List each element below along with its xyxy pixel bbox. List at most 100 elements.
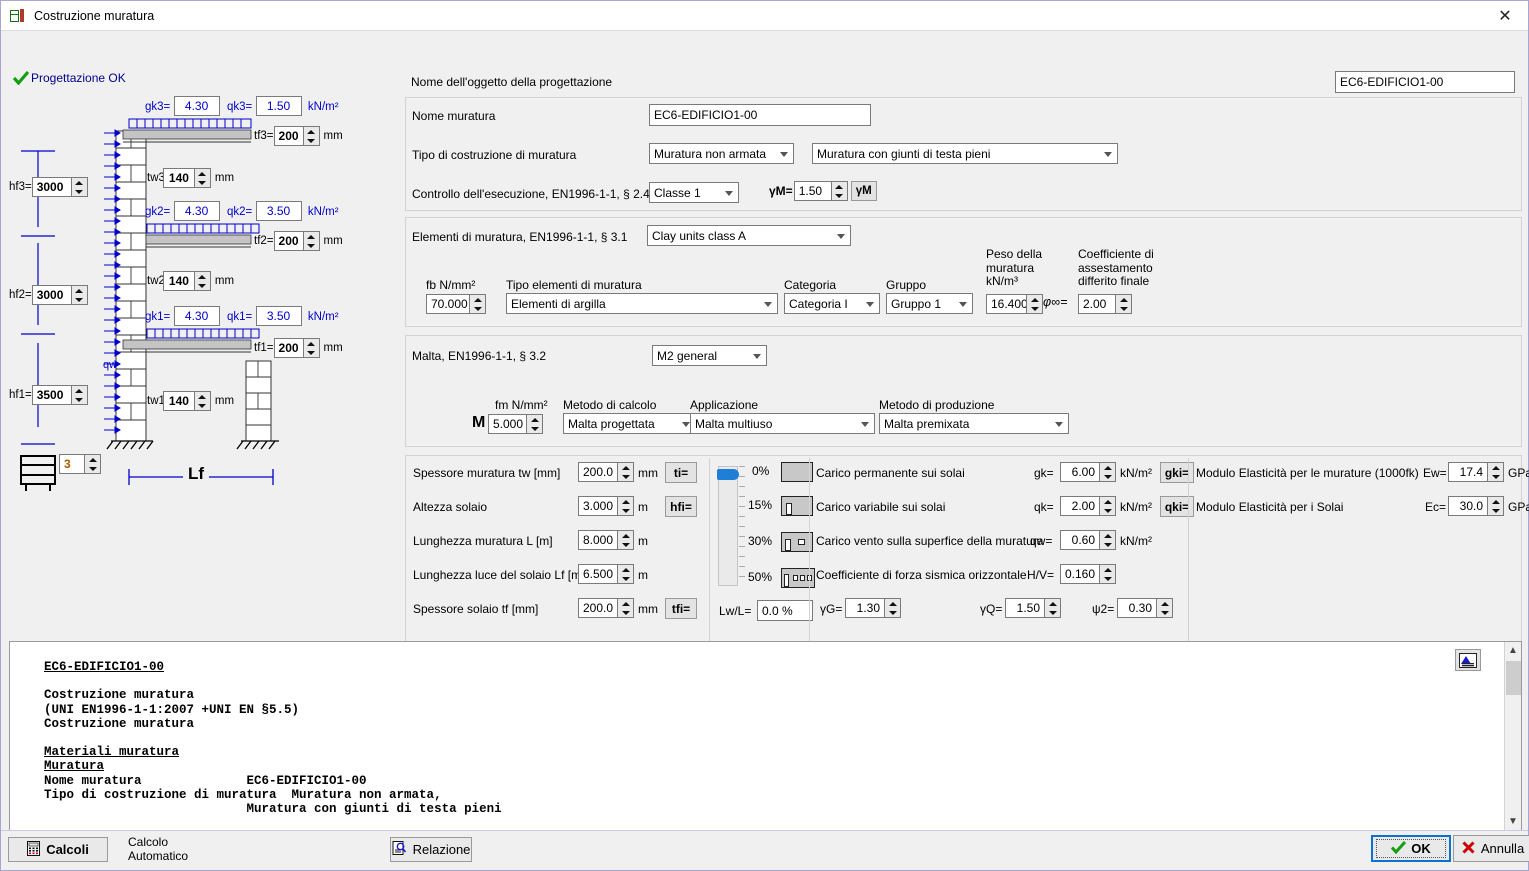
peso-arrows[interactable] [1027, 294, 1043, 314]
tipo-elementi-select[interactable]: Elementi di argilla [506, 293, 778, 314]
tipo-giunti-select[interactable]: Muratura con giunti di testa pieni [812, 143, 1118, 164]
geom-arrows-0[interactable] [618, 462, 634, 482]
geom-stepper-0[interactable]: 200.0 [578, 462, 634, 482]
relazione-button[interactable]: Relazione [390, 837, 472, 862]
load-stepper-1[interactable]: 2.00 [1060, 496, 1116, 516]
geom-stepper-3[interactable]: 6.500 [578, 564, 634, 584]
scroll-up-icon[interactable]: ▲ [1505, 642, 1522, 659]
load-arrows-1[interactable] [1100, 496, 1116, 516]
floor-count-stepper[interactable]: 3 [59, 454, 101, 474]
gk3-input[interactable]: 4.30 [173, 96, 220, 116]
report-scrollbar[interactable]: ▲ ▼ [1504, 642, 1521, 830]
fb-value[interactable]: 70.000 [426, 294, 470, 314]
hf3-stepper[interactable]: 3000 [31, 177, 88, 197]
tw1-stepper[interactable]: 140 [162, 391, 211, 411]
tf1-value[interactable]: 200 [273, 338, 304, 358]
modulo-stepper-0[interactable]: 17.4 [1448, 462, 1504, 482]
tw3-arrows[interactable] [194, 168, 211, 188]
opening-ratio-slider[interactable] [717, 466, 739, 586]
load-stepper-2[interactable]: 0.60 [1060, 530, 1116, 550]
geom-value-4[interactable]: 200.0 [578, 598, 618, 618]
gammaM-value[interactable]: 1.50 [793, 181, 832, 201]
floor-count-arrows[interactable] [85, 454, 101, 474]
tf1-stepper[interactable]: 200 [273, 338, 320, 358]
tf2-arrows[interactable] [303, 231, 320, 251]
clay-units-class-select[interactable]: Clay units class A [647, 225, 851, 246]
qk1-input[interactable]: 3.50 [255, 306, 302, 326]
geom-arrows-2[interactable] [618, 530, 634, 550]
modulo-value-1[interactable]: 30.0 [1448, 496, 1488, 516]
malta-class-select[interactable]: M2 general [652, 345, 767, 366]
hfi-button[interactable]: hfi= [665, 496, 697, 517]
geom-arrows-1[interactable] [618, 496, 634, 516]
gk1-input[interactable]: 4.30 [173, 306, 220, 326]
load-arrows-0[interactable] [1100, 462, 1116, 482]
qk3-input[interactable]: 1.50 [255, 96, 302, 116]
gammaM-arrows[interactable] [831, 181, 848, 201]
tw3-stepper[interactable]: 140 [162, 168, 211, 188]
tipo-costruzione-select[interactable]: Muratura non armata [649, 143, 794, 164]
nome-muratura-input[interactable]: EC6-EDIFICIO1-00 [649, 104, 871, 126]
load-value-2[interactable]: 0.60 [1060, 530, 1100, 550]
scrollbar-thumb[interactable] [1505, 661, 1521, 695]
tf1-arrows[interactable] [303, 338, 320, 358]
qk2-input[interactable]: 3.50 [255, 201, 302, 221]
load-stepper-3[interactable]: 0.160 [1060, 564, 1116, 584]
phi-value[interactable]: 2.00 [1078, 294, 1116, 314]
tf3-arrows[interactable] [303, 126, 320, 146]
lwl-input[interactable]: 0.0 % [757, 600, 813, 621]
load-value-1[interactable]: 2.00 [1060, 496, 1100, 516]
hf3-arrows[interactable] [71, 177, 88, 197]
controllo-classe-select[interactable]: Classe 1 [649, 182, 739, 203]
ti-button[interactable]: ti= [665, 462, 697, 483]
hf1-value[interactable]: 3500 [31, 385, 72, 405]
load-value-3[interactable]: 0.160 [1060, 564, 1100, 584]
psi2-arrows[interactable] [1157, 598, 1173, 618]
load-arrows-2[interactable] [1100, 530, 1116, 550]
gammaG-arrows[interactable] [885, 598, 901, 618]
gk2-input[interactable]: 4.30 [173, 201, 220, 221]
tw1-value[interactable]: 140 [162, 391, 195, 411]
psi2-value[interactable]: 0.30 [1117, 598, 1157, 618]
geom-stepper-4[interactable]: 200.0 [578, 598, 634, 618]
tw1-arrows[interactable] [194, 391, 211, 411]
ok-button[interactable]: OK [1371, 835, 1451, 862]
gammaG-stepper[interactable]: 1.30 [845, 598, 901, 618]
gruppo-select[interactable]: Gruppo 1 [886, 293, 973, 314]
floor-count-value[interactable]: 3 [59, 454, 85, 474]
psi2-stepper[interactable]: 0.30 [1117, 598, 1173, 618]
modulo-value-0[interactable]: 17.4 [1448, 462, 1488, 482]
geom-stepper-2[interactable]: 8.000 [578, 530, 634, 550]
tw3-value[interactable]: 140 [162, 168, 195, 188]
load-arrows-3[interactable] [1100, 564, 1116, 584]
geom-value-0[interactable]: 200.0 [578, 462, 618, 482]
geom-value-3[interactable]: 6.500 [578, 564, 618, 584]
tf3-stepper[interactable]: 200 [273, 126, 320, 146]
modulo-arrows-1[interactable] [1488, 496, 1504, 516]
applicazione-select[interactable]: Malta multiuso [690, 413, 875, 434]
tw2-stepper[interactable]: 140 [162, 271, 211, 291]
close-icon[interactable]: ✕ [1482, 1, 1528, 30]
gammaM-stepper[interactable]: 1.50 [793, 181, 848, 201]
scroll-down-icon[interactable]: ▼ [1505, 813, 1522, 830]
tw2-value[interactable]: 140 [162, 271, 195, 291]
geom-arrows-4[interactable] [618, 598, 634, 618]
metodo-produzione-select[interactable]: Malta premixata [879, 413, 1069, 434]
fm-arrows[interactable] [527, 414, 543, 434]
hf2-stepper[interactable]: 3000 [31, 285, 88, 305]
load-value-0[interactable]: 6.00 [1060, 462, 1100, 482]
gammaQ-stepper[interactable]: 1.50 [1005, 598, 1061, 618]
hf1-arrows[interactable] [71, 385, 88, 405]
hf2-arrows[interactable] [71, 285, 88, 305]
categoria-select[interactable]: Categoria I [784, 293, 880, 314]
gammaG-value[interactable]: 1.30 [845, 598, 885, 618]
slider-thumb[interactable] [717, 469, 739, 480]
fm-stepper[interactable]: 5.000 [488, 414, 543, 434]
geom-stepper-1[interactable]: 3.000 [578, 496, 634, 516]
peso-value[interactable]: 16.400 [986, 294, 1027, 314]
tf2-stepper[interactable]: 200 [273, 231, 320, 251]
fm-value[interactable]: 5.000 [488, 414, 527, 434]
peso-stepper[interactable]: 16.400 [986, 294, 1043, 314]
geom-value-1[interactable]: 3.000 [578, 496, 618, 516]
modulo-stepper-1[interactable]: 30.0 [1448, 496, 1504, 516]
